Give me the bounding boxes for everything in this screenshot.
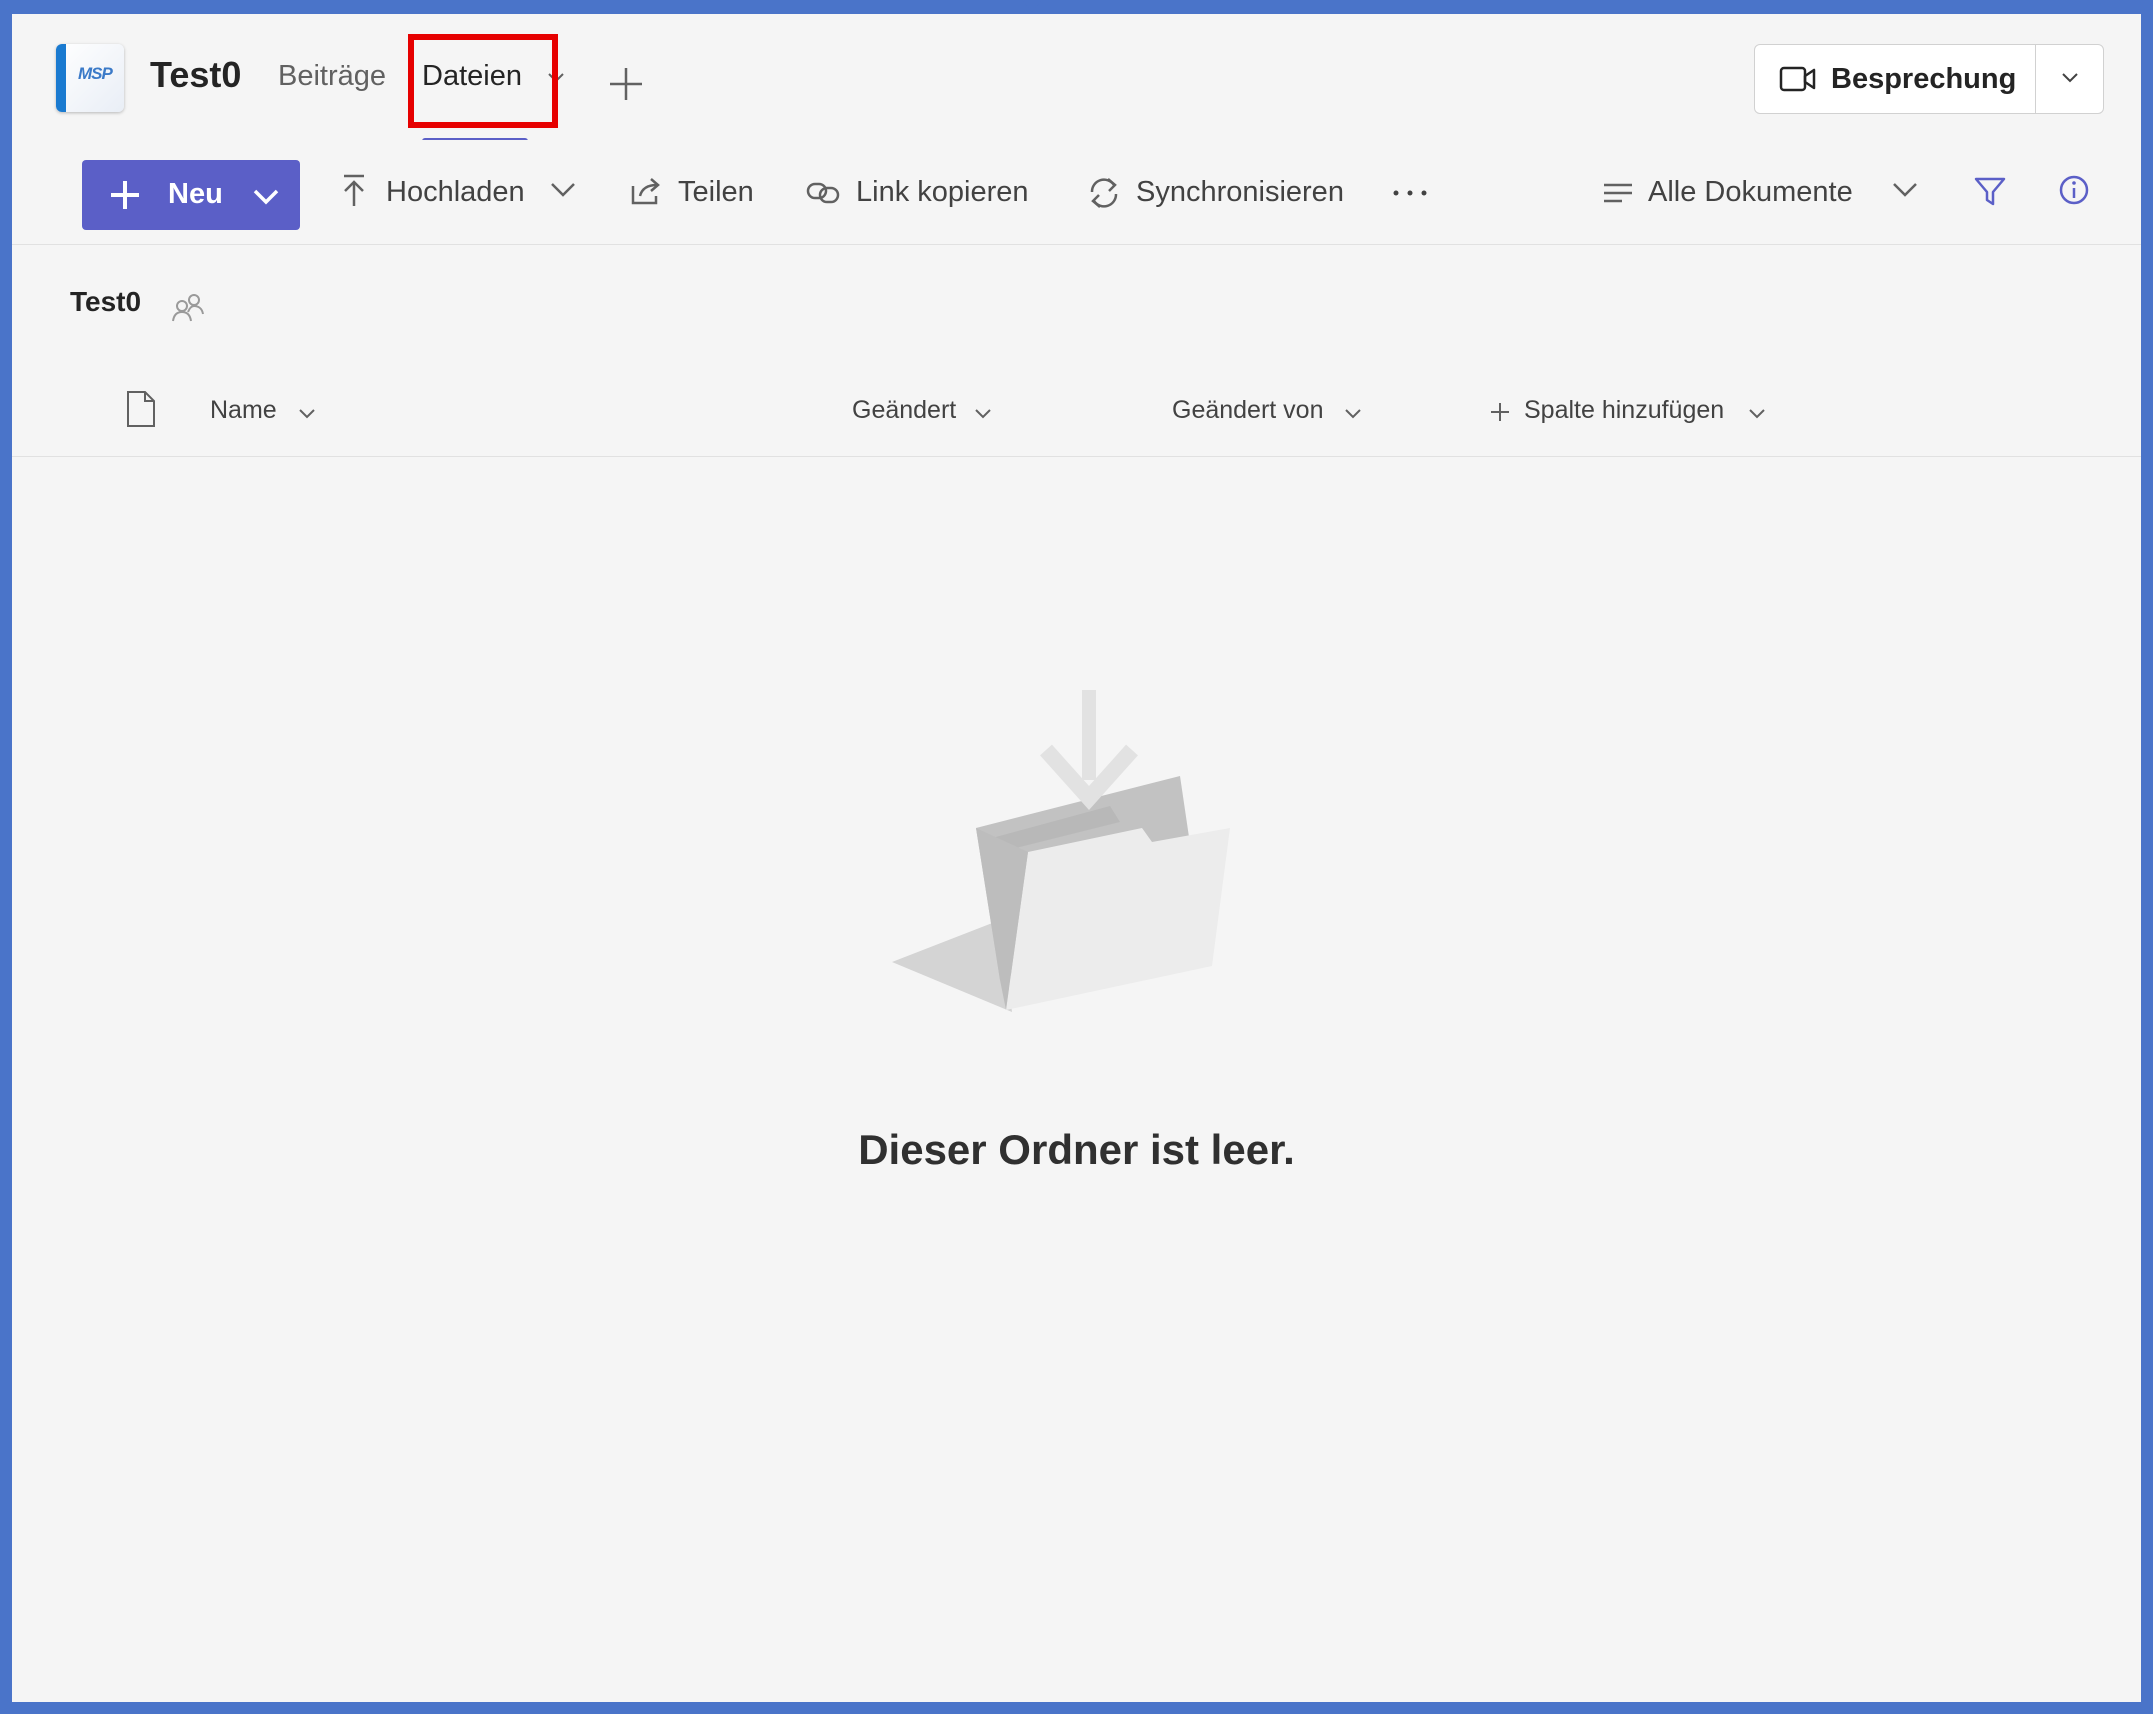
meeting-label: Besprechung (1831, 63, 2017, 95)
upload-button[interactable]: Hochladen (386, 176, 525, 209)
video-camera-icon (1779, 65, 1817, 98)
sync-button[interactable]: Synchronisieren (1136, 176, 1344, 209)
column-modified[interactable]: Geändert (852, 396, 956, 425)
chevron-down-icon[interactable] (1344, 406, 1362, 424)
sync-icon[interactable] (1086, 176, 1122, 215)
meeting-start-button[interactable]: Besprechung (1755, 45, 2035, 113)
add-tab-icon[interactable] (608, 66, 644, 107)
column-modified-by[interactable]: Geändert von (1172, 396, 1324, 425)
chevron-down-icon[interactable] (298, 406, 316, 424)
upload-icon[interactable] (340, 174, 368, 213)
new-button[interactable]: Neu (82, 160, 300, 230)
team-name: Test0 (150, 54, 242, 95)
share-button[interactable]: Teilen (678, 176, 754, 209)
chevron-down-icon[interactable] (974, 406, 992, 424)
meeting-dropdown-button[interactable] (2036, 45, 2104, 113)
more-options-icon[interactable] (1392, 184, 1428, 202)
document-icon (126, 390, 156, 433)
plus-icon (108, 178, 142, 217)
command-bar: Neu Hochladen Teilen Link kopieren Synch… (12, 140, 2141, 245)
empty-state-message: Dieser Ordner ist leer. (858, 1126, 1295, 1173)
new-label: Neu (168, 178, 223, 210)
people-icon[interactable] (172, 292, 204, 327)
chevron-down-icon[interactable] (550, 182, 576, 203)
add-column-button[interactable]: Spalte hinzufügen (1524, 396, 1724, 425)
tab-posts[interactable]: Beiträge (278, 60, 386, 93)
highlight-box (408, 34, 558, 128)
share-icon[interactable] (630, 176, 664, 211)
column-header-row: Name Geändert Geändert von Spalte hinzuf… (12, 368, 2141, 457)
chevron-down-icon[interactable] (1748, 406, 1766, 424)
link-icon[interactable] (806, 180, 842, 209)
empty-folder-illustration (880, 680, 1240, 1025)
info-icon[interactable] (2058, 174, 2090, 211)
team-logo: MSP (56, 44, 124, 112)
meeting-button: Besprechung (1754, 44, 2104, 114)
list-view-icon[interactable] (1602, 182, 1634, 209)
logo-stripe (56, 44, 66, 112)
chevron-down-icon[interactable] (1892, 182, 1918, 203)
copy-link-button[interactable]: Link kopieren (856, 176, 1029, 209)
filter-icon[interactable] (1974, 176, 2006, 213)
column-name[interactable]: Name (210, 396, 277, 425)
logo-text: MSP (78, 64, 113, 83)
channel-header: MSP Test0 Beiträge Dateien Besprechung (12, 14, 2141, 144)
breadcrumb[interactable]: Test0 (70, 286, 141, 318)
plus-icon[interactable] (1490, 402, 1510, 427)
chevron-down-icon (252, 188, 280, 211)
view-selector[interactable]: Alle Dokumente (1648, 176, 1853, 209)
